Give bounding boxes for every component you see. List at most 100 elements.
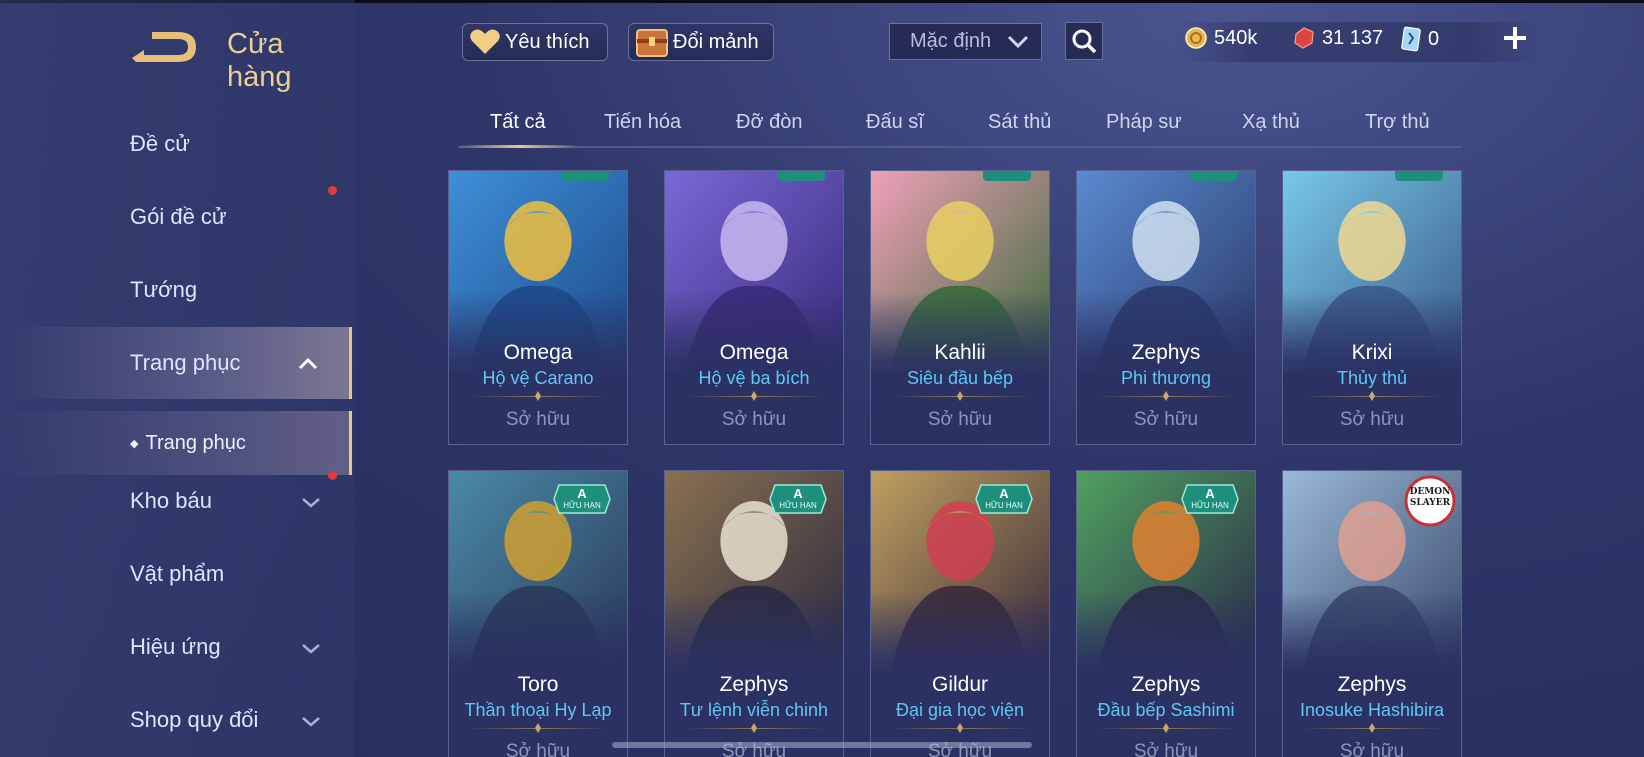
skin-card[interactable]: Krixi Thủy thủ Sở hữu <box>1282 170 1462 445</box>
horizontal-scrollbar[interactable] <box>612 742 1032 748</box>
hero-name: Zephys <box>1131 673 1201 696</box>
hero-name: Krixi <box>1351 341 1393 364</box>
sidebar-item-label: Vật phẩm <box>130 561 225 586</box>
limited-badge-edge <box>777 171 825 181</box>
sidebar-item-skins[interactable]: Trang phục <box>0 327 352 399</box>
skin-card[interactable]: Zephys Phi thương Sở hữu <box>1076 170 1256 445</box>
skin-name: Thủy thủ <box>1336 368 1408 388</box>
sidebar-item-items[interactable]: Vật phẩm <box>0 538 352 610</box>
sidebar-subitem-label: Trang phục <box>145 431 246 454</box>
badge-label: HỮU HẠN <box>563 501 601 510</box>
owned-status: Sở hữu <box>505 741 571 757</box>
tab-marksman[interactable]: Xạ thủ <box>1242 111 1300 134</box>
back-arrow-icon[interactable] <box>128 28 200 68</box>
demon-slayer-logo: DEMON SLAYER <box>1403 475 1457 527</box>
hero-name: Kahlii <box>934 341 986 364</box>
divider-diamond-icon <box>1369 723 1375 733</box>
skin-name: Đại gia học viện <box>895 700 1025 720</box>
red-gem-icon <box>1294 27 1314 49</box>
badge-letter: A <box>793 486 803 501</box>
divider-diamond-icon <box>535 723 541 733</box>
hero-name: Toro <box>517 673 559 696</box>
skin-card[interactable]: Omega Hộ vệ Carano Sở hữu <box>448 170 628 445</box>
skin-card[interactable]: Zephys Tư lệnh viễn chinh Sở hữu A HỮU HẠN <box>664 470 844 757</box>
voucher-value: 31 137 <box>1322 26 1384 49</box>
owned-status: Sở hữu <box>1133 741 1199 757</box>
skin-card[interactable]: Zephys Inosuke Hashibira Sở hữu DEMON SLAYE… <box>1282 470 1462 757</box>
badge-letter: A <box>999 486 1009 501</box>
sidebar-item-effects[interactable]: Hiệu ứng <box>0 611 352 683</box>
hero-name: Zephys <box>1337 673 1407 696</box>
skin-name: Inosuke Hashibira <box>1299 700 1445 720</box>
owned-status: Sở hữu <box>927 409 993 430</box>
skin-name: Phi thương <box>1121 368 1211 388</box>
skin-name: Hộ vệ Carano <box>482 368 594 388</box>
bullet-icon: ◆ <box>130 437 139 450</box>
badge-letter: A <box>577 486 587 501</box>
gold-balance: 540k <box>1184 26 1257 50</box>
skin-card[interactable]: Toro Thần thoại Hy Lạp Sở hữu A HỮU HẠN <box>448 470 628 757</box>
divider-diamond-icon <box>957 391 963 401</box>
limited-badge-edge <box>1189 171 1237 181</box>
skin-card[interactable]: Omega Hộ vệ ba bích Sở hữu <box>664 170 844 445</box>
divider-diamond-icon <box>751 391 757 401</box>
sidebar: Cửa hàng Đề cử Gói đề cử Tướng Trang phụ… <box>0 0 355 757</box>
tab-tank[interactable]: Đỡ đòn <box>736 111 802 134</box>
skin-card[interactable]: Kahlii Siêu đầu bếp Sở hữu <box>870 170 1050 445</box>
sidebar-item-label: Đề cử <box>130 131 190 156</box>
badge-label: HỮU HẠN <box>1191 501 1229 510</box>
owned-status: Sở hữu <box>1133 409 1199 430</box>
owned-status: Sở hữu <box>1339 741 1405 757</box>
divider-diamond-icon <box>1163 723 1169 733</box>
tab-evolution[interactable]: Tiến hóa <box>604 111 681 134</box>
tab-mage[interactable]: Pháp sư <box>1106 111 1182 134</box>
sidebar-item-label: Gói đề cử <box>130 204 227 229</box>
skin-card[interactable]: Zephys Đầu bếp Sashimi Sở hữu A HỮU HẠN <box>1076 470 1256 757</box>
notification-dot <box>328 186 337 195</box>
card-balance: 0 <box>1400 26 1439 52</box>
search-button[interactable] <box>1065 22 1103 60</box>
exchange-label: Đổi mảnh <box>673 30 759 53</box>
chevron-down-icon <box>302 498 320 508</box>
owned-status: Sở hữu <box>721 409 787 430</box>
notification-dot <box>328 471 337 480</box>
hero-name: Gildur <box>931 673 989 696</box>
sidebar-item-heroes[interactable]: Tướng <box>0 254 352 326</box>
tab-support[interactable]: Trợ thủ <box>1365 111 1430 134</box>
sidebar-item-label: Hiệu ứng <box>130 634 221 659</box>
limited-badge-edge <box>561 171 609 181</box>
badge-letter: A <box>1205 486 1215 501</box>
skin-name: Tư lệnh viễn chinh <box>679 700 829 720</box>
sidebar-item-recommended[interactable]: Đề cử <box>0 108 352 180</box>
page-title: Cửa hàng <box>227 28 292 93</box>
skin-name: Đầu bếp Sashimi <box>1097 700 1235 720</box>
tab-all[interactable]: Tất cả <box>490 111 546 134</box>
favorites-button[interactable]: Yêu thích <box>462 23 608 61</box>
sidebar-item-label: Kho báu <box>130 488 212 513</box>
gold-coin-icon <box>1185 27 1207 49</box>
heart-icon <box>470 29 500 54</box>
skin-name: Thần thoại Hy Lạp <box>464 700 612 720</box>
limited-badge-edge <box>1395 171 1443 181</box>
chevron-down-icon <box>1007 35 1029 49</box>
chevron-up-icon <box>298 357 318 370</box>
owned-status: Sở hữu <box>505 409 571 430</box>
limited-badge-edge <box>983 171 1031 181</box>
divider-diamond-icon <box>751 723 757 733</box>
divider-diamond-icon <box>1163 391 1169 401</box>
plus-icon[interactable] <box>1500 23 1530 53</box>
exchange-fragments-button[interactable]: Đổi mảnh <box>628 23 774 61</box>
sidebar-item-exchange-shop[interactable]: Shop quy đổi <box>0 684 352 756</box>
skin-card[interactable]: Gildur Đại gia học viện Sở hữu A HỮU HẠN <box>870 470 1050 757</box>
card-value: 0 <box>1428 27 1440 50</box>
sidebar-item-label: Trang phục <box>130 350 241 375</box>
sort-dropdown[interactable]: Mặc định <box>889 23 1042 60</box>
chevron-down-icon <box>302 644 320 654</box>
tab-fighter[interactable]: Đấu sĩ <box>866 111 924 134</box>
tab-assassin[interactable]: Sát thủ <box>988 111 1051 134</box>
sidebar-item-recommended-packs[interactable]: Gói đề cử <box>0 181 352 253</box>
divider-diamond-icon <box>1369 391 1375 401</box>
sidebar-item-treasure[interactable]: Kho báu <box>0 465 352 537</box>
sort-value: Mặc định <box>910 30 992 52</box>
limited-badge: A HỮU HẠN <box>769 483 827 515</box>
